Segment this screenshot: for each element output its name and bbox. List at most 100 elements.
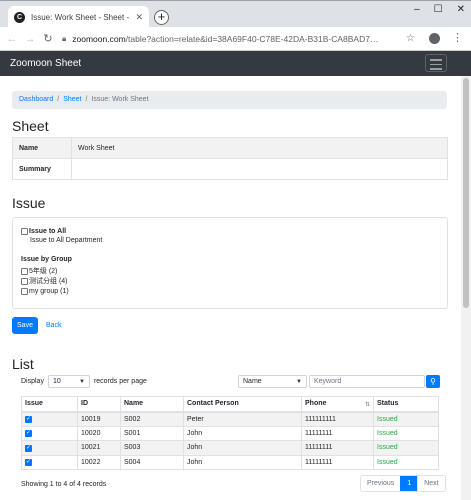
search-field-value: Name [243,378,262,385]
site-favicon-icon: C [14,11,25,23]
phone-cell: 111111111 [301,411,374,427]
table-row: ✓ 10021 S003 John 11111111 Issued [21,440,439,456]
breadcrumb-current: Issue: Work Sheet [91,96,149,103]
url-field[interactable]: 🔒︎ zoomoon.com/table?action=relate&id=38… [62,30,425,48]
hamburger-line [430,59,442,61]
bookmark-star-icon[interactable]: ☆ [406,33,415,44]
page-size-control: Display 10 ▼ records per page [21,375,147,388]
group-checkbox[interactable] [21,277,28,285]
summary-value [71,158,448,180]
contact-cell: John [183,455,302,470]
account-avatar-icon[interactable] [429,33,440,44]
name-cell: S002 [120,411,184,427]
page-size-select[interactable]: 10 ▼ [47,375,90,388]
group-label[interactable]: 5年级 (2) [29,266,57,276]
contact-cell: Peter [183,411,302,427]
name-cell: S004 [120,455,184,470]
column-header-phone[interactable]: Phone ⇅ [301,396,374,413]
search-button[interactable]: ⚲ [426,375,440,388]
issue-to-all-row: Issue to All [21,226,439,236]
lock-icon: 🔒︎ [62,34,67,43]
column-header-id[interactable]: ID [77,396,121,413]
issue-to-all-description: Issue to All Department [30,237,103,244]
issue-to-all-label[interactable]: Issue to All [29,228,66,235]
breadcrumb-separator: / [85,96,88,103]
records-per-page-label: records per page [93,378,147,385]
sheet-heading: Sheet [12,118,49,134]
issue-by-group-label: Issue by Group [21,256,72,263]
name-cell: S003 [120,440,184,456]
display-label: Display [21,378,44,385]
sort-icon[interactable]: ⇅ [365,401,370,408]
breadcrumb-separator: / [57,96,60,103]
search-field-select[interactable]: Name ▼ [238,375,307,388]
issue-cell: ✓ [21,455,78,470]
table-row: ✓ 10022 S004 John 11111111 Issued [21,455,439,470]
app-navbar: Zoomoon Sheet [0,51,471,76]
table-header-row: Issue ID Name Contact Person Phone ⇅ Stat… [21,396,439,413]
contact-cell: John [183,440,302,456]
page-size-value: 10 [52,378,61,385]
status-cell: Issued [373,440,439,456]
issued-checkbox[interactable]: ✓ [25,416,32,423]
navbar-toggler-button[interactable] [425,54,447,72]
chevron-down-icon: ▼ [79,378,85,385]
name-label: Name [12,137,72,159]
issued-checkbox[interactable]: ✓ [25,459,32,467]
minimize-icon[interactable]: – [414,4,420,15]
search-input[interactable]: Keyword [309,375,425,388]
pagination-previous[interactable]: Previous [361,476,400,491]
close-window-icon[interactable]: ✕ [457,4,465,15]
maximize-icon[interactable]: ☐ [434,4,443,15]
column-header-issue[interactable]: Issue [21,396,78,413]
pagination-page[interactable]: 1 [400,476,418,491]
breadcrumb-sheet-link[interactable]: Sheet [63,96,81,103]
column-header-name[interactable]: Name [120,396,184,413]
pagination: Previous 1 Next [360,475,446,492]
group-label[interactable]: 测试分组 (4) [29,276,68,286]
pagination-next[interactable]: Next [417,476,444,491]
issued-checkbox[interactable]: ✓ [25,430,32,438]
issued-checkbox[interactable]: ✓ [25,444,32,452]
group-checkbox[interactable] [21,267,28,275]
contact-cell: John [183,426,302,441]
breadcrumb-dashboard-link[interactable]: Dashboard [19,96,53,103]
issue-to-all-checkbox[interactable] [21,227,28,235]
phone-cell: 11111111 [301,426,374,441]
browser-tab-strip: C Issue: Work Sheet - Sheet - zoomoon ✕ … [0,0,471,28]
summary-label: Summary [12,158,72,180]
list-heading: List [12,356,34,372]
browser-tab[interactable]: C Issue: Work Sheet - Sheet - zoomoon ✕ [8,6,149,28]
phone-header-label: Phone [305,400,327,408]
breadcrumb: Dashboard / Sheet / Issue: Work Sheet [12,91,447,109]
issue-cell: ✓ [21,411,78,427]
id-cell: 10022 [77,455,121,470]
table-row: Summary [12,158,448,180]
group-option: 测试分组 (4) [21,276,439,286]
status-cell: Issued [373,455,439,470]
chevron-down-icon: ▼ [296,378,302,385]
column-header-status[interactable]: Status [373,396,439,413]
forward-arrow-icon[interactable]: → [21,33,39,45]
brand-title[interactable]: Zoomoon Sheet [10,58,81,69]
save-button[interactable]: Save [12,317,38,334]
group-label[interactable]: my group (1) [29,288,69,295]
group-checkbox[interactable] [21,287,28,295]
phone-cell: 11111111 [301,440,374,456]
group-option: my group (1) [21,286,439,296]
reload-icon[interactable]: ↻ [39,32,57,45]
table-row: Name Work Sheet [12,137,448,159]
scrollbar-thumb[interactable] [463,78,469,308]
group-option: 5年级 (2) [21,266,439,276]
new-tab-button[interactable]: + [154,10,169,25]
back-arrow-icon[interactable]: ← [3,33,21,45]
status-cell: Issued [373,426,439,441]
back-link[interactable]: Back [46,317,62,334]
page-content: Dashboard / Sheet / Issue: Work Sheet Sheet … [0,76,460,500]
name-value: Work Sheet [71,137,448,159]
page-scrollbar[interactable] [461,76,471,500]
close-tab-icon[interactable]: ✕ [135,12,143,23]
column-header-contact-person[interactable]: Contact Person [183,396,302,413]
menu-kebab-icon[interactable]: ⋮ [452,31,463,44]
sheet-info-table: Name Work Sheet Summary [12,137,448,180]
